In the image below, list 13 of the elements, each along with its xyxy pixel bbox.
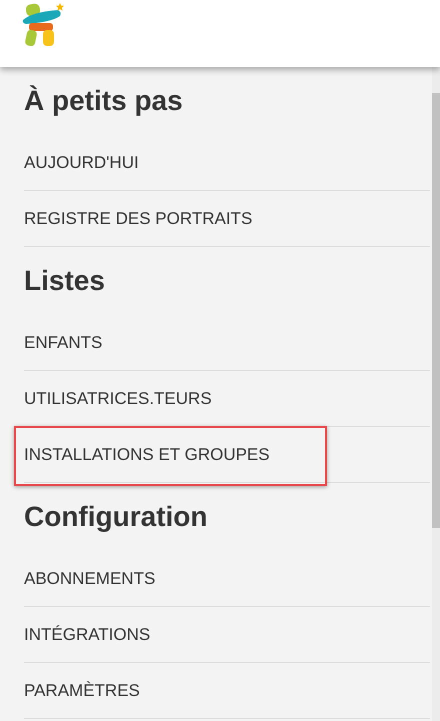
menu-item[interactable]: ABONNEMENTS <box>24 551 156 606</box>
menu-item[interactable]: ENFANTS <box>24 315 102 370</box>
section-heading: À petits pas <box>24 84 183 117</box>
section-heading: Configuration <box>24 500 208 533</box>
section-heading: Listes <box>24 264 105 297</box>
scrollbar[interactable] <box>432 67 440 721</box>
menu-item[interactable]: INTÉGRATIONS <box>24 607 150 662</box>
menu-item[interactable]: UTILISATRICES.TEURS <box>24 371 212 426</box>
menu-item[interactable]: PARAMÈTRES <box>24 663 140 718</box>
menu-item[interactable]: REGISTRE DES PORTRAITS <box>24 191 252 246</box>
logo-icon <box>22 2 64 46</box>
menu-item[interactable]: INSTALLATIONS ET GROUPES <box>24 427 270 482</box>
menu-item[interactable]: AUJOURD'HUI <box>24 135 139 190</box>
